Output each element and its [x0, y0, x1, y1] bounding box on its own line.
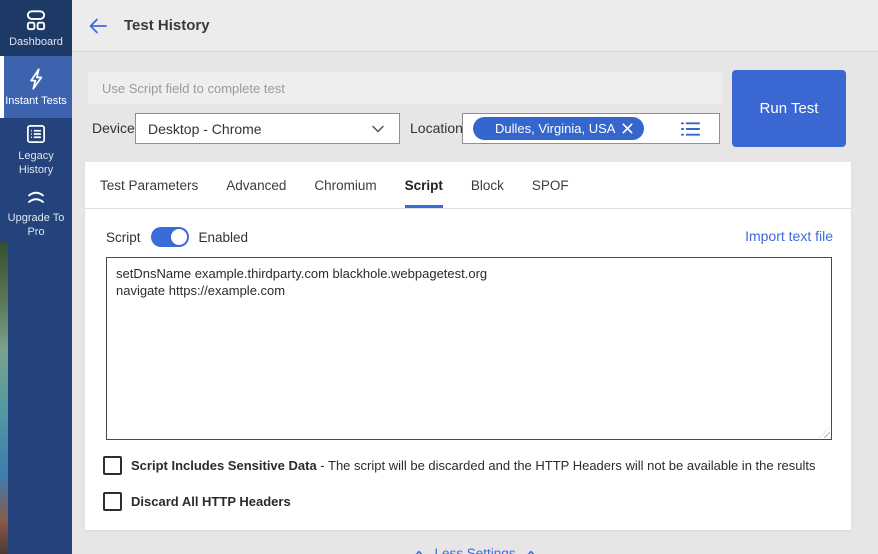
test-settings-card: Test Parameters Advanced Chromium Script…	[85, 162, 851, 530]
tab-spof[interactable]: SPOF	[532, 162, 569, 208]
script-summary-input[interactable]	[88, 72, 722, 104]
location-list-icon[interactable]	[680, 120, 701, 138]
main-content: Run Test Device Desktop - Chrome Locatio…	[72, 52, 878, 554]
script-toggle-label: Script	[106, 229, 141, 245]
sensitive-data-label: Script Includes Sensitive Data - The scr…	[131, 458, 816, 473]
chevron-up-icon	[415, 550, 424, 554]
sidebar-item-upgrade-to-pro[interactable]: Upgrade To Pro	[0, 180, 72, 242]
sidebar-item-legacy-history[interactable]: Legacy History	[0, 118, 72, 180]
location-field[interactable]: Dulles, Virginia, USA	[462, 113, 720, 144]
tab-script[interactable]: Script	[404, 162, 443, 208]
sidebar: Dashboard Instant Tests Legacy History U…	[0, 0, 72, 554]
sensitive-data-row: Script Includes Sensitive Data - The scr…	[103, 456, 816, 475]
chevron-down-icon	[372, 125, 384, 132]
sensitive-data-checkbox[interactable]	[103, 456, 122, 475]
tab-block[interactable]: Block	[471, 162, 504, 208]
lightning-icon	[30, 68, 43, 90]
discard-headers-checkbox[interactable]	[103, 492, 122, 511]
script-toggle-state: Enabled	[198, 229, 249, 245]
settings-tabbar: Test Parameters Advanced Chromium Script…	[85, 162, 851, 209]
page-header: Test History	[72, 0, 878, 52]
sidebar-item-label: Instant Tests	[5, 94, 67, 107]
discard-headers-label: Discard All HTTP Headers	[131, 494, 291, 509]
back-arrow-icon[interactable]	[86, 14, 110, 38]
toggle-knob	[170, 229, 187, 245]
script-toggle-row: Script Enabled	[106, 225, 248, 249]
double-chevron-up-icon	[28, 191, 44, 203]
device-select-value: Desktop - Chrome	[148, 120, 262, 137]
chevron-up-icon	[526, 550, 535, 554]
device-select[interactable]: Desktop - Chrome	[135, 113, 400, 144]
sidebar-item-label: Legacy History	[18, 149, 54, 176]
less-settings-link[interactable]: Less Settings	[72, 546, 878, 554]
sidebar-item-label: Dashboard	[9, 35, 63, 48]
sidebar-item-label: Upgrade To Pro	[7, 211, 65, 238]
device-label: Device	[92, 120, 135, 136]
sidebar-item-dashboard[interactable]: Dashboard	[0, 0, 72, 56]
import-text-file-link[interactable]: Import text file	[745, 228, 833, 244]
tab-advanced[interactable]: Advanced	[226, 162, 286, 208]
tab-chromium[interactable]: Chromium	[314, 162, 376, 208]
script-textarea-wrap: setDnsName example.thirdparty.com blackh…	[106, 257, 832, 440]
close-icon[interactable]	[621, 122, 634, 135]
page-title: Test History	[124, 17, 210, 34]
less-settings-label: Less Settings	[434, 546, 516, 554]
location-chip[interactable]: Dulles, Virginia, USA	[473, 117, 645, 140]
run-test-button[interactable]: Run Test	[732, 70, 846, 147]
sidebar-item-instant-tests[interactable]: Instant Tests	[0, 56, 72, 118]
list-doc-icon	[27, 124, 45, 143]
location-label: Location	[410, 120, 463, 136]
discard-headers-row: Discard All HTTP Headers	[103, 492, 291, 511]
tab-test-parameters[interactable]: Test Parameters	[100, 162, 198, 208]
script-textarea[interactable]: setDnsName example.thirdparty.com blackh…	[106, 257, 832, 440]
location-chip-label: Dulles, Virginia, USA	[495, 121, 616, 136]
script-enabled-toggle[interactable]	[150, 227, 189, 247]
dashboard-icon	[26, 10, 46, 30]
